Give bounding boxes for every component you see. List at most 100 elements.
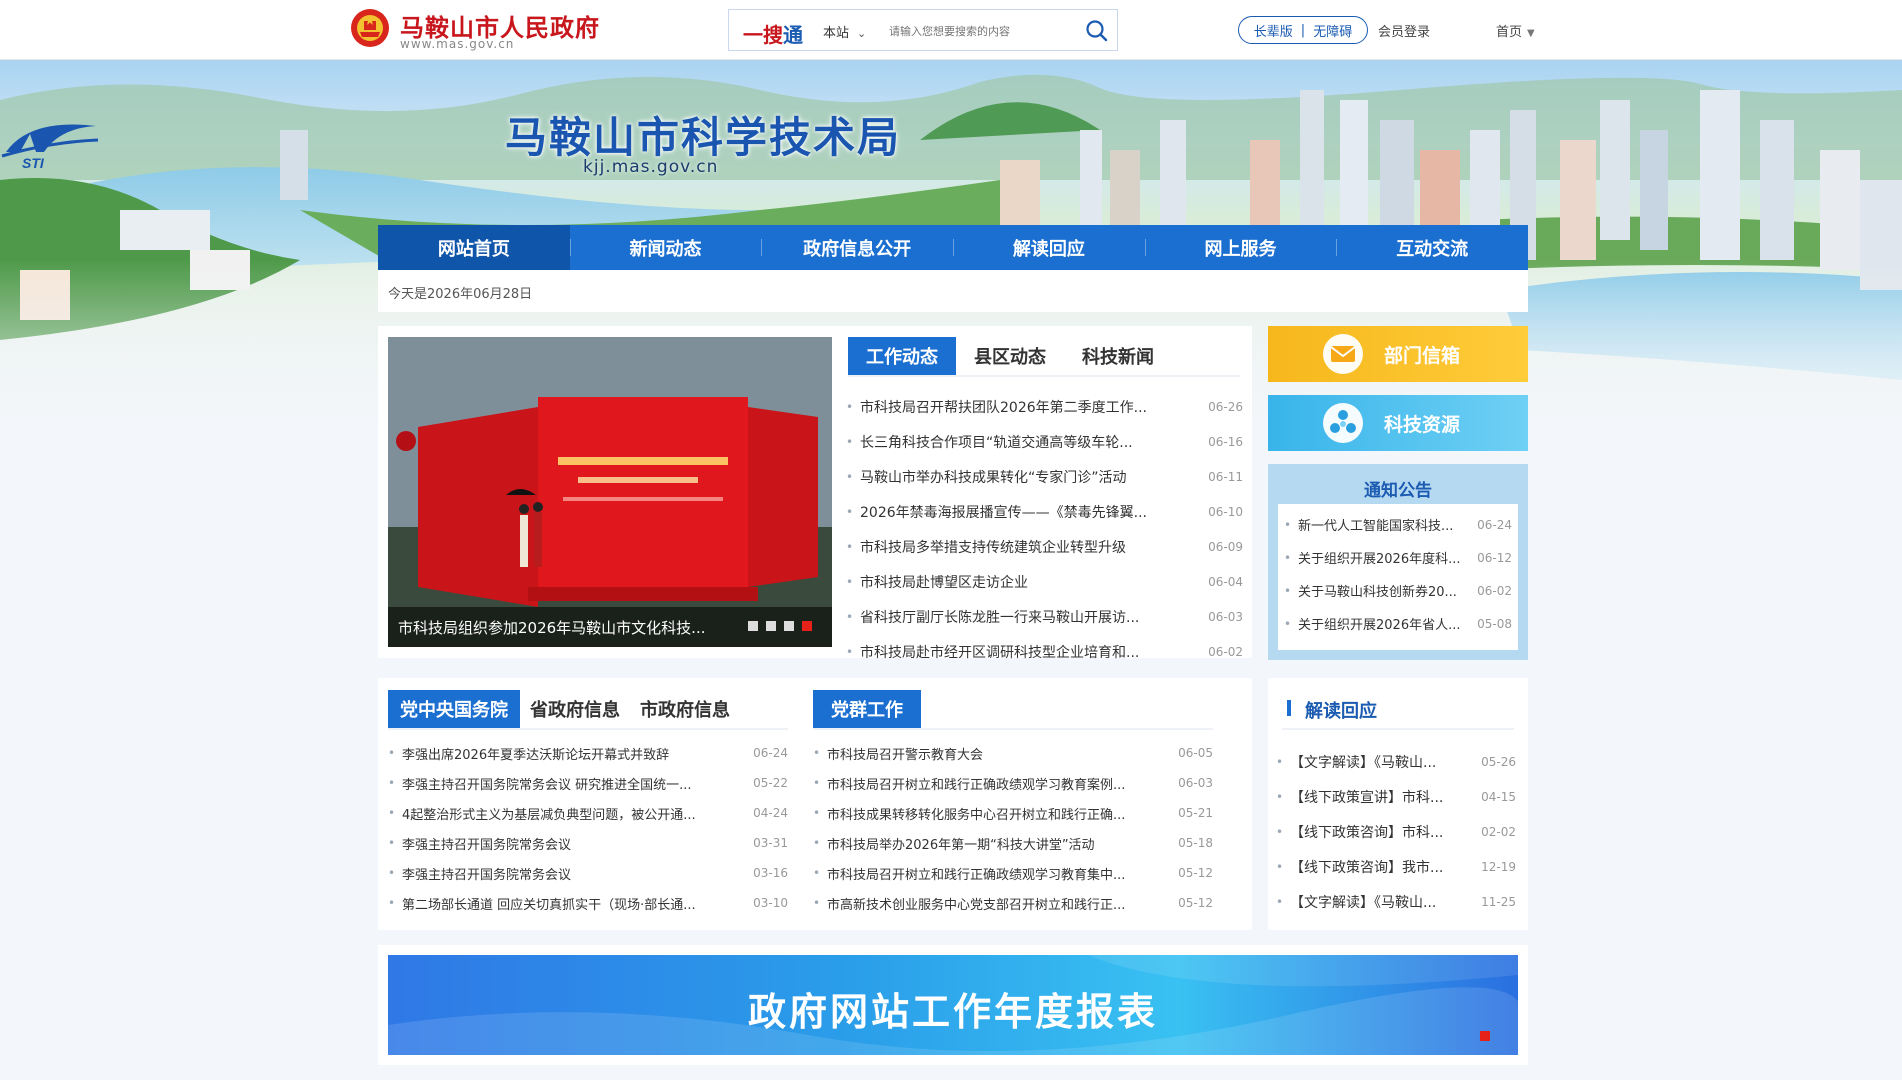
nav-online-service[interactable]: 网上服务 [1144,225,1337,270]
news-title: 第二场部长通道 回应关切真抓实干（现场·部长通... [402,897,696,913]
list-item[interactable]: 市科技局多举措支持传统建筑企业转型升级 06-09 [846,529,1243,564]
list-item[interactable]: 【文字解读】《马鞍山... 05-26 [1276,744,1516,779]
list-item[interactable]: 市科技局召开树立和践行正确政绩观学习教育集中... 05-12 [813,858,1213,888]
news-date: 02-02 [1481,824,1516,839]
notice-body: 新一代人工智能国家科技... 06-24 关于组织开展2026年度科... 06-1… [1278,504,1518,650]
news-date: 05-22 [753,776,788,790]
list-item[interactable]: 市高新技术创业服务中心党支部召开树立和践行正... 05-12 [813,888,1213,918]
national-emblem-icon[interactable] [350,6,390,50]
news-title: 市科技局召开帮扶团队2026年第二季度工作... [860,399,1147,416]
nav-interpretation[interactable]: 解读回应 [953,225,1145,270]
news-title: 李强主持召开国务院常务会议 研究推进全国统一... [402,777,692,793]
list-item[interactable]: 【线下政策咨询】我市... 12-19 [1276,849,1516,884]
search-input[interactable] [889,18,1074,44]
list-item[interactable]: 李强主持召开国务院常务会议 03-16 [388,858,788,888]
list-item[interactable]: 市科技成果转移转化服务中心召开树立和践行正确... 05-21 [813,798,1213,828]
list-item[interactable]: 【线下政策咨询】市科... 02-02 [1276,814,1516,849]
tab-underline [848,375,1240,377]
news-title: 市科技局召开树立和践行正确政绩观学习教育案例... [827,777,1126,793]
list-item[interactable]: 长三角科技合作项目“轨道交通高等级车轮... 06-16 [846,424,1243,459]
notice-item-date: 06-02 [1477,583,1512,598]
slider-dot[interactable] [784,621,794,631]
news-title: 市科技局召开树立和践行正确政绩观学习教育集中... [827,867,1126,883]
notice-title[interactable]: 通知公告 [1268,476,1528,501]
mail-icon [1323,334,1363,374]
notice-item-title: 新一代人工智能国家科技... [1298,519,1454,534]
list-item[interactable]: 市科技局举办2026年第一期“科技大讲堂”活动 05-18 [813,828,1213,858]
tab-work-news[interactable]: 工作动态 [848,337,956,375]
mode-divider: | [1300,22,1306,38]
network-icon [1323,403,1363,443]
date-text: 今天是2026年06月28日 [388,287,533,302]
news-title: 【文字解读】《马鞍山... [1290,894,1437,911]
nav-info-disclosure[interactable]: 政府信息公开 [761,225,953,270]
main-nav: 网站首页 新闻动态 政府信息公开 解读回应 网上服务 互动交流 [378,225,1528,270]
news-date: 04-15 [1481,789,1516,804]
tab-province-gov[interactable]: 省政府信息 [520,690,630,728]
list-item[interactable]: 2026年禁毒海报展播宣传——《禁毒先锋翼... 06-10 [846,494,1243,529]
news-date: 05-26 [1481,754,1516,769]
slider-dot-active[interactable] [802,621,812,631]
tab-county-news[interactable]: 县区动态 [956,337,1064,375]
news-date: 05-12 [1178,896,1213,910]
list-item[interactable]: 市科技局召开树立和践行正确政绩观学习教育案例... 06-03 [813,768,1213,798]
home-label: 首页 [1496,25,1523,40]
photo-slider[interactable]: 市科技局组织参加2026年马鞍山市文化科技... [388,337,832,647]
nav-news[interactable]: 新闻动态 [569,225,762,270]
news-title: 4起整治形式主义为基层减负典型问题，被公开通... [402,807,696,823]
resource-label: 科技资源 [1384,414,1461,436]
interpretation-title[interactable]: 解读回应 [1305,697,1377,723]
search-icon[interactable] [1084,18,1110,44]
department-mailbox-button[interactable]: 部门信箱 [1268,326,1528,382]
list-item[interactable]: 市科技局赴博望区走访企业 06-04 [846,564,1243,599]
mode-switch: 长辈版 | 无障碍 [1238,16,1368,44]
annual-report-banner[interactable]: 政府网站工作年度报表 [388,955,1518,1055]
list-item[interactable]: 省科技厅副厅长陈龙胜一行来马鞍山开展访... 06-03 [846,599,1243,634]
list-item[interactable]: 关于马鞍山科技创新券20... 06-02 [1284,574,1512,607]
list-item[interactable]: 市科技局召开帮扶团队2026年第二季度工作... 06-26 [846,389,1243,424]
list-item[interactable]: 李强出席2026年夏季达沃斯论坛开幕式并致辞 06-24 [388,738,788,768]
search-scope-select[interactable]: 本站 ⌄ [823,22,866,41]
home-dropdown[interactable]: 首页 ▼ [1496,21,1535,40]
list-item[interactable]: 市科技局赴市经开区调研科技型企业培育和... 06-02 [846,634,1243,669]
list-item[interactable]: 关于组织开展2026年度科... 06-12 [1284,541,1512,574]
list-item[interactable]: 市科技局召开警示教育大会 06-05 [813,738,1213,768]
tab-party-work[interactable]: 党群工作 [813,690,921,728]
news-date: 05-18 [1178,836,1213,850]
list-item[interactable]: 马鞍山市举办科技成果转化“专家门诊”活动 06-11 [846,459,1243,494]
bureau-title: 马鞍山市科学技术局 [505,113,902,162]
news-date: 03-16 [753,866,788,880]
news-title: 市高新技术创业服务中心党支部召开树立和践行正... [827,897,1126,913]
nav-home[interactable]: 网站首页 [378,225,570,270]
nav-interaction[interactable]: 互动交流 [1336,225,1528,270]
elder-mode-link[interactable]: 长辈版 [1254,21,1293,40]
news-title: 李强主持召开国务院常务会议 [402,867,572,883]
list-item[interactable]: 关于组织开展2026年省人... 05-08 [1284,607,1512,640]
slider-dot[interactable] [748,621,758,631]
news-date: 03-10 [753,896,788,910]
list-item[interactable]: 李强主持召开国务院常务会议 03-31 [388,828,788,858]
news-title: 长三角科技合作项目“轨道交通高等级车轮... [860,434,1133,451]
sti-logo-text: STI [22,155,45,170]
banner-indicator-dot[interactable] [1480,1031,1490,1041]
list-item[interactable]: 第二场部长通道 回应关切真抓实干（现场·部长通... 03-10 [388,888,788,918]
list-item[interactable]: 新一代人工智能国家科技... 06-24 [1284,508,1512,541]
mailbox-label: 部门信箱 [1384,345,1461,367]
tech-resource-button[interactable]: 科技资源 [1268,395,1528,451]
list-item[interactable]: 【线下政策宣讲】市科... 04-15 [1276,779,1516,814]
tab-central-gov[interactable]: 党中央国务院 [388,690,520,728]
list-item[interactable]: 4起整治形式主义为基层减负典型问题，被公开通... 04-24 [388,798,788,828]
news-title: 【线下政策咨询】市科... [1290,824,1444,841]
news-title: 市科技局召开警示教育大会 [827,747,984,763]
search-brand-b: 通 [783,23,803,47]
tab-tech-news[interactable]: 科技新闻 [1064,337,1172,375]
news-date: 06-02 [1208,644,1243,659]
slider-dot[interactable] [766,621,776,631]
search-box: 一搜通 本站 ⌄ [728,9,1118,51]
list-item[interactable]: 李强主持召开国务院常务会议 研究推进全国统一... 05-22 [388,768,788,798]
member-login-link[interactable]: 会员登录 [1378,21,1430,40]
news-title: 【文字解读】《马鞍山... [1290,754,1437,771]
list-item[interactable]: 【文字解读】《马鞍山... 11-25 [1276,884,1516,919]
tab-city-gov[interactable]: 市政府信息 [630,690,740,728]
accessible-mode-link[interactable]: 无障碍 [1313,21,1352,40]
